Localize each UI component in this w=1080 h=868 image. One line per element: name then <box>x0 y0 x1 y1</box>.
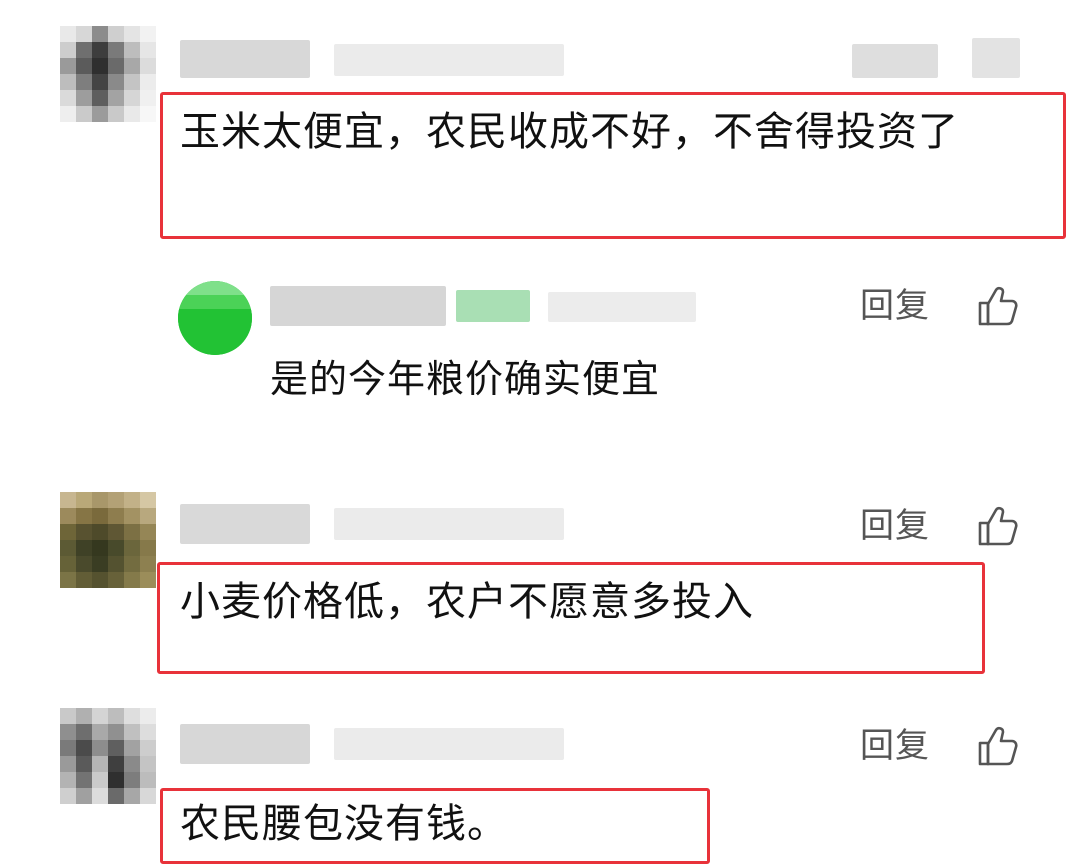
comment-text: 玉米太便宜，农民收成不好，不舍得投资了 <box>180 109 959 155</box>
comment-text: 农民腰包没有钱。 <box>180 801 508 847</box>
avatar[interactable] <box>60 708 156 804</box>
reply-text: 是的今年粮价确实便宜 <box>270 357 661 401</box>
reply-button[interactable]: 回复 <box>860 726 930 766</box>
thumbs-up-icon[interactable] <box>976 284 1020 328</box>
thumbs-up-icon[interactable] <box>976 504 1020 548</box>
comment-feed: 玉米太便宜，农民收成不好，不舍得投资了 回复 是的今年粮价确实便宜 回复 小麦价… <box>0 0 1080 868</box>
reply-button[interactable]: 回复 <box>860 506 930 546</box>
reply-button[interactable]: 回复 <box>860 286 930 326</box>
thumbs-up-icon[interactable] <box>976 724 1020 768</box>
avatar[interactable] <box>60 26 156 122</box>
avatar[interactable] <box>60 492 156 588</box>
comment-text: 小麦价格低，农户不愿意多投入 <box>180 579 754 625</box>
reply-avatar[interactable] <box>178 281 252 355</box>
